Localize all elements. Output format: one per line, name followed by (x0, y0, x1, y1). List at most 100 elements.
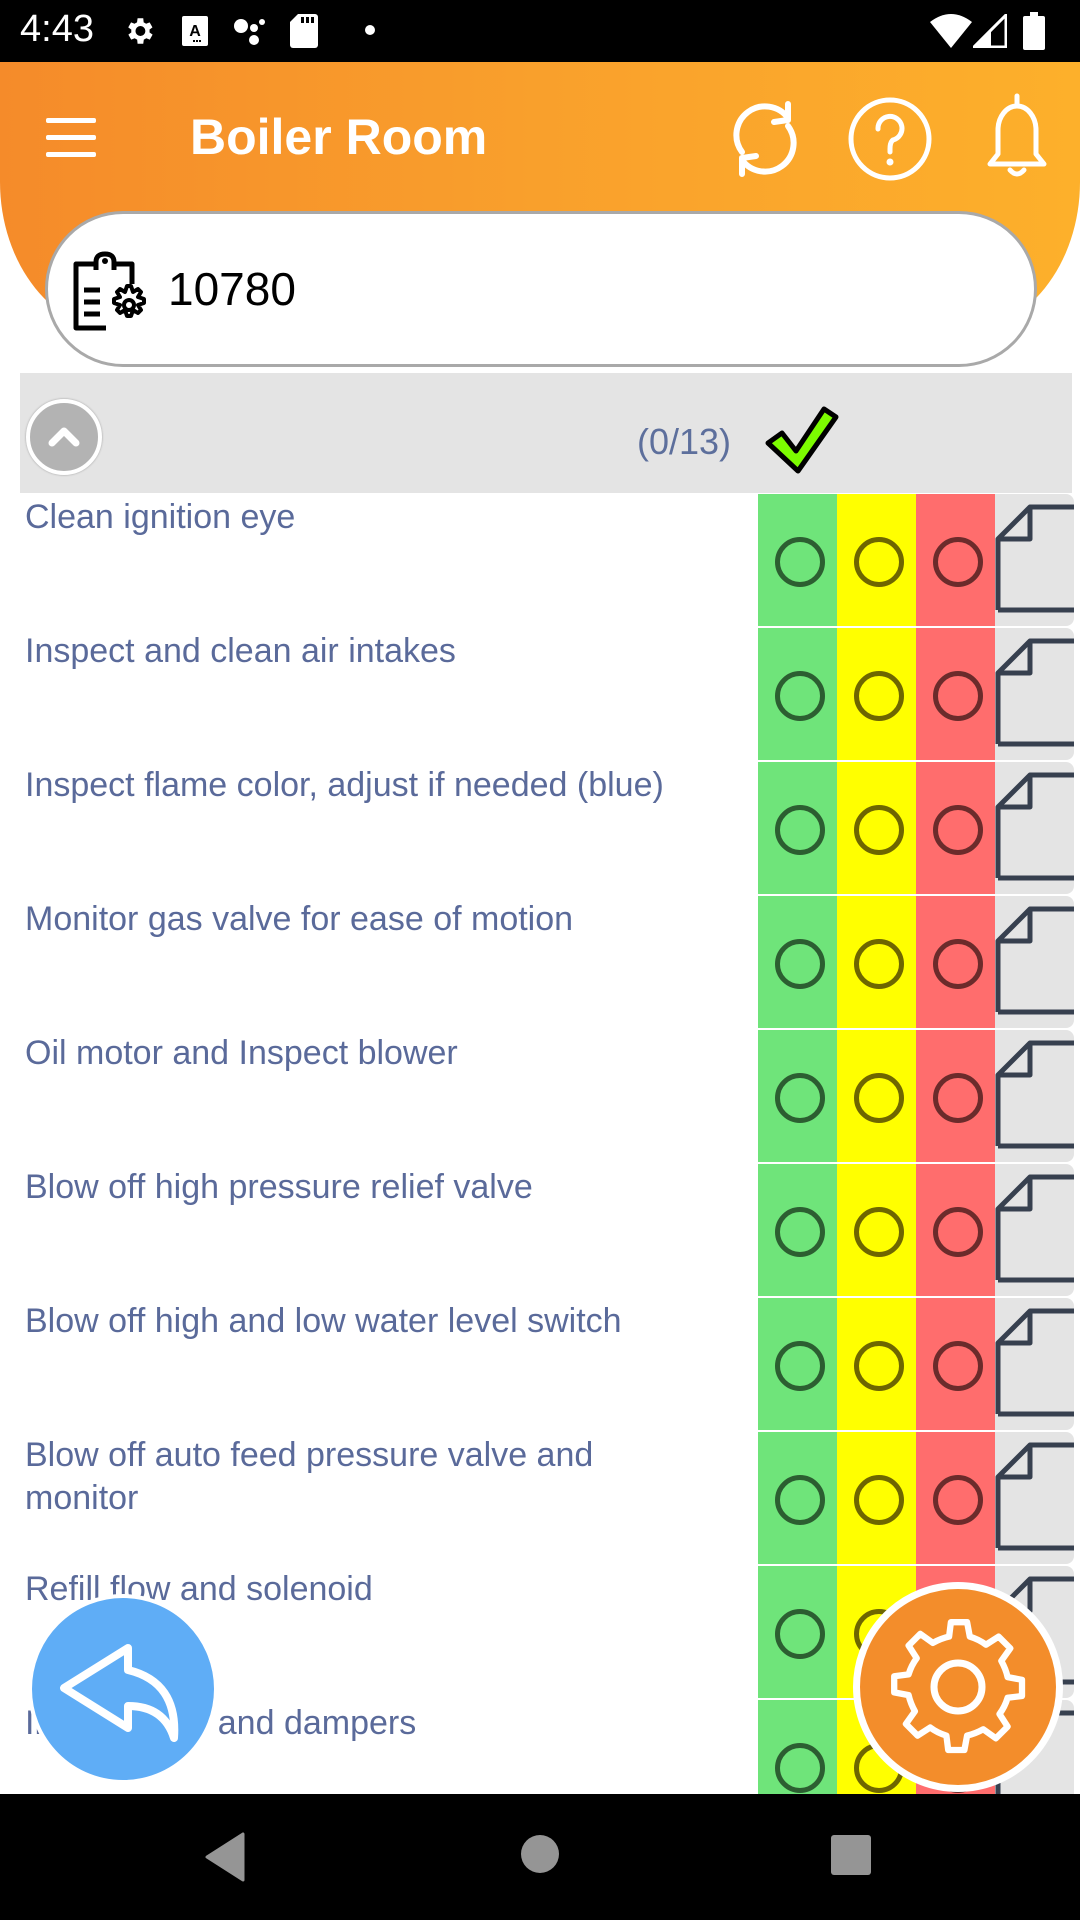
fail-option-radio[interactable] (916, 896, 995, 1028)
work-order-number: 10780 (168, 263, 296, 315)
pass-option-radio[interactable] (758, 762, 837, 894)
add-note-button[interactable] (995, 1030, 1074, 1162)
status-time: 4:43 (20, 8, 94, 50)
radio-circle-icon (854, 1073, 904, 1123)
fail-option-radio[interactable] (916, 1030, 995, 1162)
reply-arrow-icon (60, 1644, 179, 1742)
task-row: Blow off high pressure relief valve (0, 1164, 1080, 1298)
pass-option-radio[interactable] (758, 1298, 837, 1430)
help-circle-icon[interactable] (845, 94, 935, 184)
progress-count: (0/13) (637, 421, 732, 462)
radio-circle-icon (775, 1609, 825, 1659)
radio-circle-icon (775, 1475, 825, 1525)
pass-option-radio[interactable] (758, 628, 837, 760)
radio-circle-icon (775, 537, 825, 587)
task-row: Oil motor and Inspect blower (0, 1030, 1080, 1164)
warning-option-radio[interactable] (837, 762, 916, 894)
clipboard-gear-icon (73, 251, 146, 331)
radio-circle-icon (933, 537, 983, 587)
pass-option-radio[interactable] (758, 1432, 837, 1564)
add-note-button[interactable] (995, 1432, 1074, 1564)
radio-circle-icon (933, 939, 983, 989)
note-page-icon (995, 1308, 1074, 1417)
pass-option-radio[interactable] (758, 1030, 837, 1162)
back-triangle-icon[interactable] (203, 1832, 247, 1882)
note-page-icon (995, 772, 1074, 881)
wifi-icon (930, 14, 972, 48)
task-row: Inspect and clean air intakes (0, 628, 1080, 762)
radio-circle-icon (775, 939, 825, 989)
warning-option-radio[interactable] (837, 1432, 916, 1564)
fail-option-radio[interactable] (916, 1298, 995, 1430)
chevron-up-icon (48, 427, 80, 447)
checkmark-icon[interactable] (762, 405, 842, 475)
task-row: Clean ignition eye (0, 494, 1080, 628)
radio-circle-icon (933, 1341, 983, 1391)
radio-circle-icon (933, 671, 983, 721)
battery-icon (1023, 12, 1045, 50)
warning-option-radio[interactable] (837, 494, 916, 626)
task-label: Blow off high pressure relief valve (25, 1168, 533, 1206)
checklist-section-header: (0/13) (20, 373, 1072, 493)
cell-signal-icon (973, 14, 1007, 48)
settings-fab-button[interactable] (853, 1582, 1063, 1792)
add-note-button[interactable] (995, 1164, 1074, 1296)
fail-option-radio[interactable] (916, 762, 995, 894)
note-page-icon (995, 638, 1074, 747)
note-page-icon (995, 906, 1074, 1015)
assistant-dots-icon (234, 19, 265, 45)
sd-card-icon (290, 14, 318, 48)
app-screen: 4:43 A Boiler Room 10780 (0/13) Clean ig… (0, 0, 1080, 1920)
radio-circle-icon (933, 1475, 983, 1525)
task-label: Blow off high and low water level switch (25, 1302, 622, 1340)
radio-circle-icon (854, 939, 904, 989)
note-page-icon (995, 1442, 1074, 1551)
page-title: Boiler Room (190, 109, 488, 165)
radio-circle-icon (854, 805, 904, 855)
task-label: Clean ignition eye (25, 498, 296, 536)
warning-option-radio[interactable] (837, 628, 916, 760)
radio-circle-icon (854, 1475, 904, 1525)
status-bar: 4:43 A (0, 0, 1080, 62)
warning-option-radio[interactable] (837, 1164, 916, 1296)
warning-option-radio[interactable] (837, 1030, 916, 1162)
radio-circle-icon (854, 537, 904, 587)
bell-icon[interactable] (972, 92, 1062, 182)
settings-icon (128, 18, 153, 44)
fail-option-radio[interactable] (916, 1164, 995, 1296)
task-label: Monitor gas valve for ease of motion (25, 900, 574, 938)
fail-option-radio[interactable] (916, 494, 995, 626)
task-row: Monitor gas valve for ease of motion (0, 896, 1080, 1030)
radio-circle-icon (775, 671, 825, 721)
pass-option-radio[interactable] (758, 1164, 837, 1296)
warning-option-radio[interactable] (837, 896, 916, 1028)
note-page-icon (995, 504, 1074, 613)
recents-square-icon[interactable] (830, 1834, 872, 1876)
warning-option-radio[interactable] (837, 1298, 916, 1430)
radio-circle-icon (775, 1207, 825, 1257)
fail-option-radio[interactable] (916, 1432, 995, 1564)
work-order-field[interactable]: 10780 (45, 211, 1037, 367)
note-page-icon (995, 1040, 1074, 1149)
svg-text:A: A (189, 23, 201, 40)
radio-circle-icon (854, 671, 904, 721)
radio-circle-icon (933, 1073, 983, 1123)
pass-option-radio[interactable] (758, 494, 837, 626)
pass-option-radio[interactable] (758, 896, 837, 1028)
add-note-button[interactable] (995, 762, 1074, 894)
sync-icon[interactable] (720, 94, 810, 184)
fail-option-radio[interactable] (916, 628, 995, 760)
hamburger-menu-icon[interactable] (40, 110, 106, 166)
home-circle-icon[interactable] (520, 1834, 560, 1874)
task-label: Oil motor and Inspect blower (25, 1034, 458, 1072)
back-fab-button[interactable] (28, 1594, 218, 1784)
system-nav-bar (0, 1794, 1080, 1920)
note-page-icon (995, 1174, 1074, 1283)
add-note-button[interactable] (995, 896, 1074, 1028)
add-note-button[interactable] (995, 494, 1074, 626)
collapse-section-button[interactable] (26, 399, 102, 475)
add-note-button[interactable] (995, 628, 1074, 760)
radio-circle-icon (775, 1341, 825, 1391)
add-note-button[interactable] (995, 1298, 1074, 1430)
pass-option-radio[interactable] (758, 1566, 837, 1698)
